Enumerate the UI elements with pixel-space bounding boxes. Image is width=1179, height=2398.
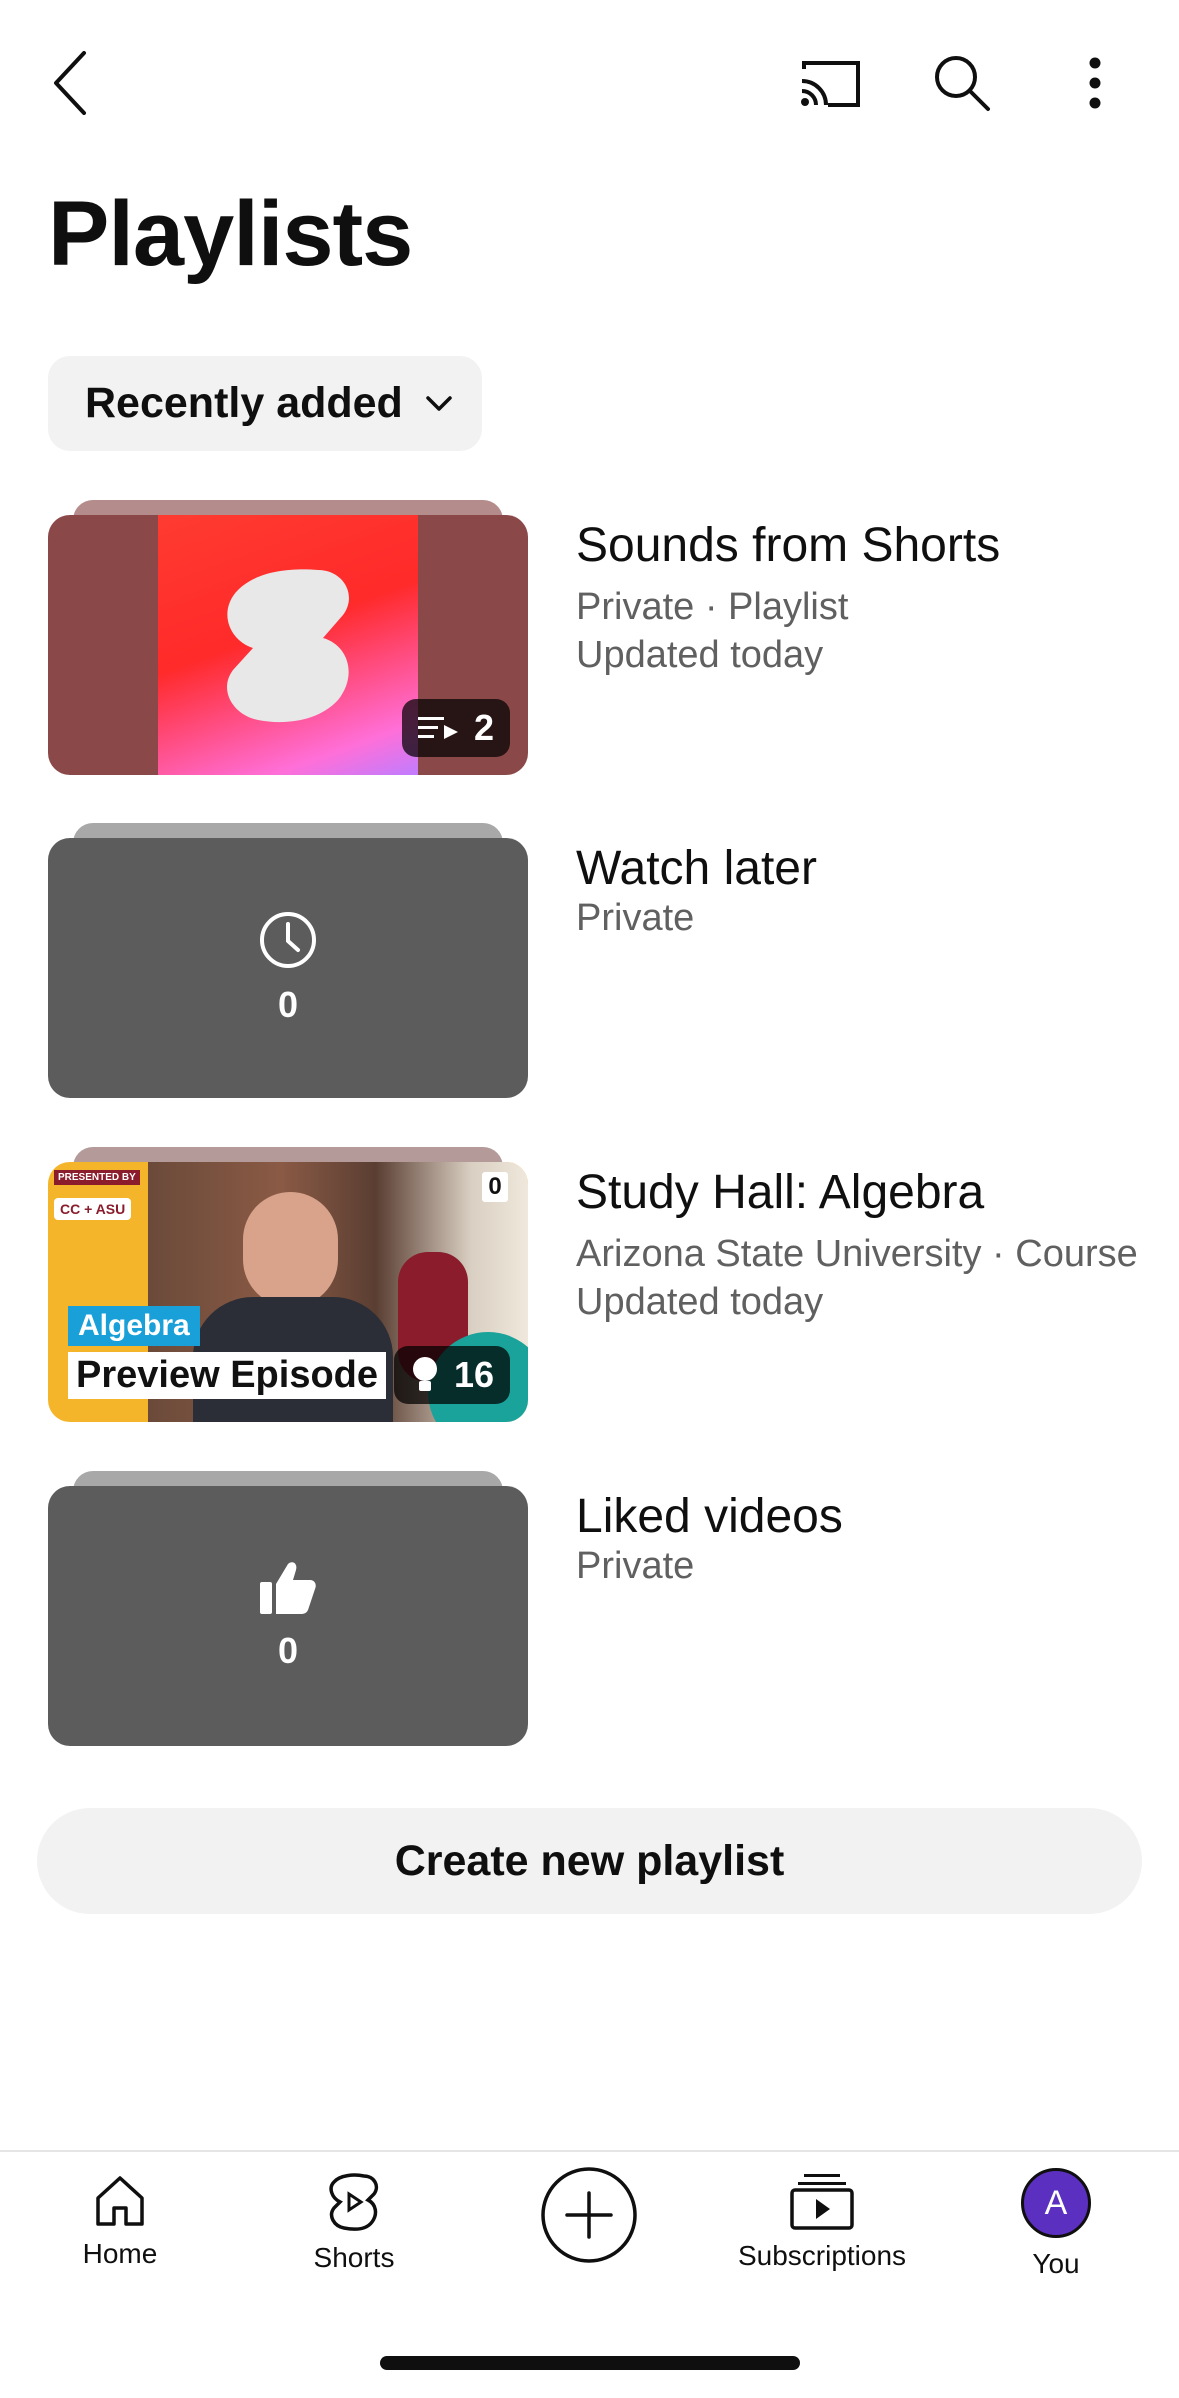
playlist-title: Watch later xyxy=(576,842,817,895)
playlist-title: Sounds from Shorts xyxy=(576,519,1001,572)
shorts-logo-icon xyxy=(227,569,349,723)
shorts-thumbnail-art xyxy=(158,515,418,775)
back-button[interactable] xyxy=(25,38,115,128)
corner-count: 0 xyxy=(482,1172,508,1202)
playlist-icon xyxy=(417,717,458,739)
nav-label: Subscriptions xyxy=(737,2240,907,2271)
nav-home[interactable]: Home xyxy=(20,2172,220,2270)
nav-create[interactable] xyxy=(489,2166,689,2264)
episode-caption: Preview Episode xyxy=(68,1352,387,1399)
video-count-badge: 2 xyxy=(401,699,510,757)
cast-button[interactable] xyxy=(786,38,876,128)
lightbulb-icon xyxy=(412,1357,437,1391)
playlist-meta: Private xyxy=(576,897,695,939)
playlist-meta: Arizona State University · Course xyxy=(576,1233,1138,1275)
thumbs-up-icon xyxy=(260,1562,316,1614)
nav-label: Shorts xyxy=(313,2242,395,2273)
nav-subscriptions[interactable]: Subscriptions xyxy=(722,2172,922,2272)
more-options-button[interactable] xyxy=(1050,38,1140,128)
playlist-thumbnail: 0 xyxy=(48,838,528,1098)
video-count: 0 xyxy=(277,1630,299,1671)
create-new-playlist-button[interactable]: Create new playlist xyxy=(37,1808,1142,1914)
playlist-updated: Updated today xyxy=(576,634,824,676)
sponsor-logo: CC + ASU xyxy=(54,1198,132,1220)
playlist-item-sounds-from-shorts[interactable]: 2 Sounds from Shorts Private · Playlist … xyxy=(0,500,1179,805)
playlist-item-study-hall-algebra[interactable]: PRESENTED BY CC + ASU Algebra Preview Ep… xyxy=(0,1147,1179,1452)
playlist-thumbnail: 0 xyxy=(48,1486,528,1746)
search-icon xyxy=(935,56,990,111)
home-icon xyxy=(96,2176,144,2226)
subscriptions-icon xyxy=(790,2174,854,2230)
sort-dropdown[interactable]: Recently added xyxy=(48,356,482,451)
nav-label: Home xyxy=(82,2238,158,2269)
video-count: 2 xyxy=(473,707,494,748)
video-count: 16 xyxy=(453,1354,494,1395)
video-count-badge: 16 xyxy=(393,1346,510,1404)
playlist-meta: Private xyxy=(576,1545,695,1587)
clock-icon xyxy=(260,912,316,968)
page-title: Playlists xyxy=(48,183,413,285)
home-indicator xyxy=(380,2356,800,2370)
playlist-thumbnail: PRESENTED BY CC + ASU Algebra Preview Ep… xyxy=(48,1162,528,1422)
video-count: 0 xyxy=(277,984,299,1025)
presented-by-tag: PRESENTED BY xyxy=(54,1170,140,1185)
nav-shorts[interactable]: Shorts xyxy=(254,2172,454,2274)
playlist-title: Liked videos xyxy=(576,1490,843,1543)
playlist-item-liked-videos[interactable]: 0 Liked videos Private xyxy=(0,1471,1179,1776)
avatar: A xyxy=(1021,2168,1091,2238)
create-plus-icon xyxy=(541,2167,637,2263)
presenter-face xyxy=(243,1192,338,1307)
search-button[interactable] xyxy=(917,38,1007,128)
chevron-left-icon xyxy=(54,51,86,115)
nav-label: You xyxy=(1032,2248,1080,2279)
playlist-thumbnail: 2 xyxy=(48,515,528,775)
playlist-updated: Updated today xyxy=(576,1281,824,1323)
playlist-title: Study Hall: Algebra xyxy=(576,1166,985,1219)
chevron-down-icon xyxy=(426,395,452,411)
sort-label: Recently added xyxy=(85,379,403,427)
nav-you[interactable]: A You xyxy=(956,2168,1156,2280)
playlist-meta: Private · Playlist xyxy=(576,586,849,628)
more-vertical-icon xyxy=(1089,57,1101,109)
playlist-item-watch-later[interactable]: 0 Watch later Private xyxy=(0,823,1179,1128)
cast-icon xyxy=(801,61,860,107)
shorts-icon xyxy=(329,2173,379,2231)
subject-label: Algebra xyxy=(68,1306,200,1346)
